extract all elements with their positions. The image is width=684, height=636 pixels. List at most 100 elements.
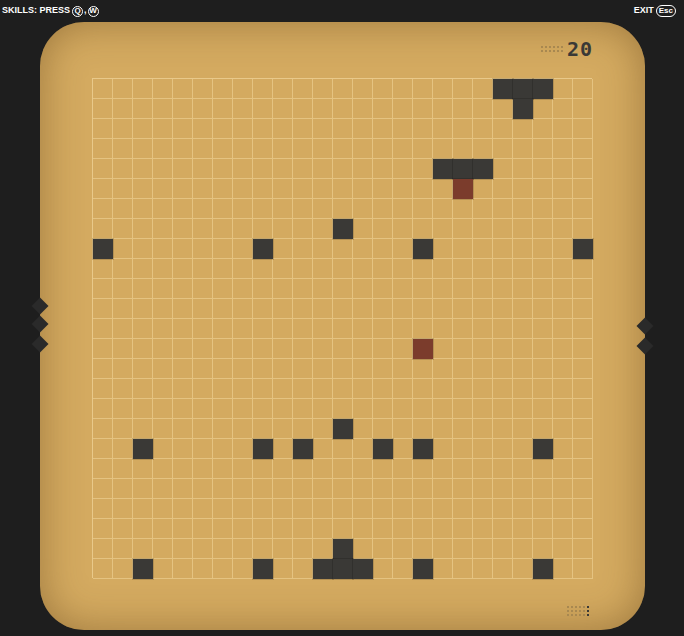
grid-cell [573,259,593,279]
grid-cell [433,259,453,279]
grid-cell [293,159,313,179]
grid-cell [173,119,193,139]
wall-block [513,99,533,119]
grid-cell [253,259,273,279]
grid-cell [213,159,233,179]
grid-cell [213,239,233,259]
grid-cell [373,199,393,219]
grid-cell [313,339,333,359]
grid-cell [213,359,233,379]
grid-cell [233,539,253,559]
grid-cell [253,419,273,439]
grid-cell [553,299,573,319]
grid-cell [233,519,253,539]
grid-cell [313,119,333,139]
grid-cell [373,279,393,299]
grid-cell [573,359,593,379]
grid-cell [493,379,513,399]
grid-cell [413,99,433,119]
skill-key[interactable]: W [88,6,99,17]
grid-cell [133,339,153,359]
grid-cell [493,119,513,139]
grid-cell [293,559,313,579]
grid-cell [133,119,153,139]
grid-cell [133,159,153,179]
grid-cell [133,219,153,239]
grid-cell [193,99,213,119]
grid-cell [393,379,413,399]
grid-cell [433,99,453,119]
grid-cell [453,379,473,399]
grid-cell [573,179,593,199]
grid-cell [173,159,193,179]
grid-cell [413,319,433,339]
grid-cell [153,239,173,259]
grid-cell [373,299,393,319]
grid-cell [433,279,453,299]
grid-cell [393,539,413,559]
grid-cell [253,399,273,419]
grid-cell [253,219,273,239]
grid-cell [493,159,513,179]
grid-cell [233,339,253,359]
grid-cell [133,239,153,259]
grid-cell [153,439,173,459]
grid-cell [313,99,333,119]
grid-cell [553,359,573,379]
left-notch-icon [32,336,49,353]
grid-cell [493,499,513,519]
grid-cell [273,99,293,119]
grid-cell [273,139,293,159]
grid-cell [453,339,473,359]
grid-cell [173,299,193,319]
exit-label[interactable]: EXIT [634,4,654,18]
grid-cell [573,79,593,99]
grid-cell [533,139,553,159]
grid-cell [413,179,433,199]
exit-control[interactable]: EXIT Esc [634,4,682,18]
grid-cell [113,239,133,259]
grid-cell [153,479,173,499]
grid-cell [93,379,113,399]
grid-cell [373,239,393,259]
grid-cell [493,359,513,379]
grid-cell [293,99,313,119]
grid-cell [333,499,353,519]
grid-cell [173,519,193,539]
grid-cell [413,119,433,139]
grid-cell [133,139,153,159]
grid-cell [293,219,313,239]
grid-cell [173,79,193,99]
grid-cell [133,499,153,519]
wall-block [373,439,393,459]
grid-cell [93,399,113,419]
grid-cell [433,199,453,219]
grid-cell [213,319,233,339]
grid-cell [173,479,193,499]
grid-cell [153,179,173,199]
grid-cell [253,539,273,559]
grid-cell [113,79,133,99]
grid-cell [153,279,173,299]
grid-cell [273,499,293,519]
grid-cell [573,379,593,399]
grid-cell [393,139,413,159]
grid-cell [113,439,133,459]
grid-cell [373,419,393,439]
grid-cell [233,99,253,119]
left-notch-icon [32,298,49,315]
grid-cell [293,319,313,339]
grid-cell [333,259,353,279]
grid-cell [373,539,393,559]
grid-cell [373,179,393,199]
grid-cell [333,379,353,399]
exit-key[interactable]: Esc [656,5,676,17]
skill-key[interactable]: Q [72,6,83,17]
grid-cell [433,559,453,579]
grid-cell [413,279,433,299]
grid-cell [393,259,413,279]
grid-cell [173,139,193,159]
wall-block [433,159,453,179]
grid-cell [253,199,273,219]
grid-cell [153,519,173,539]
